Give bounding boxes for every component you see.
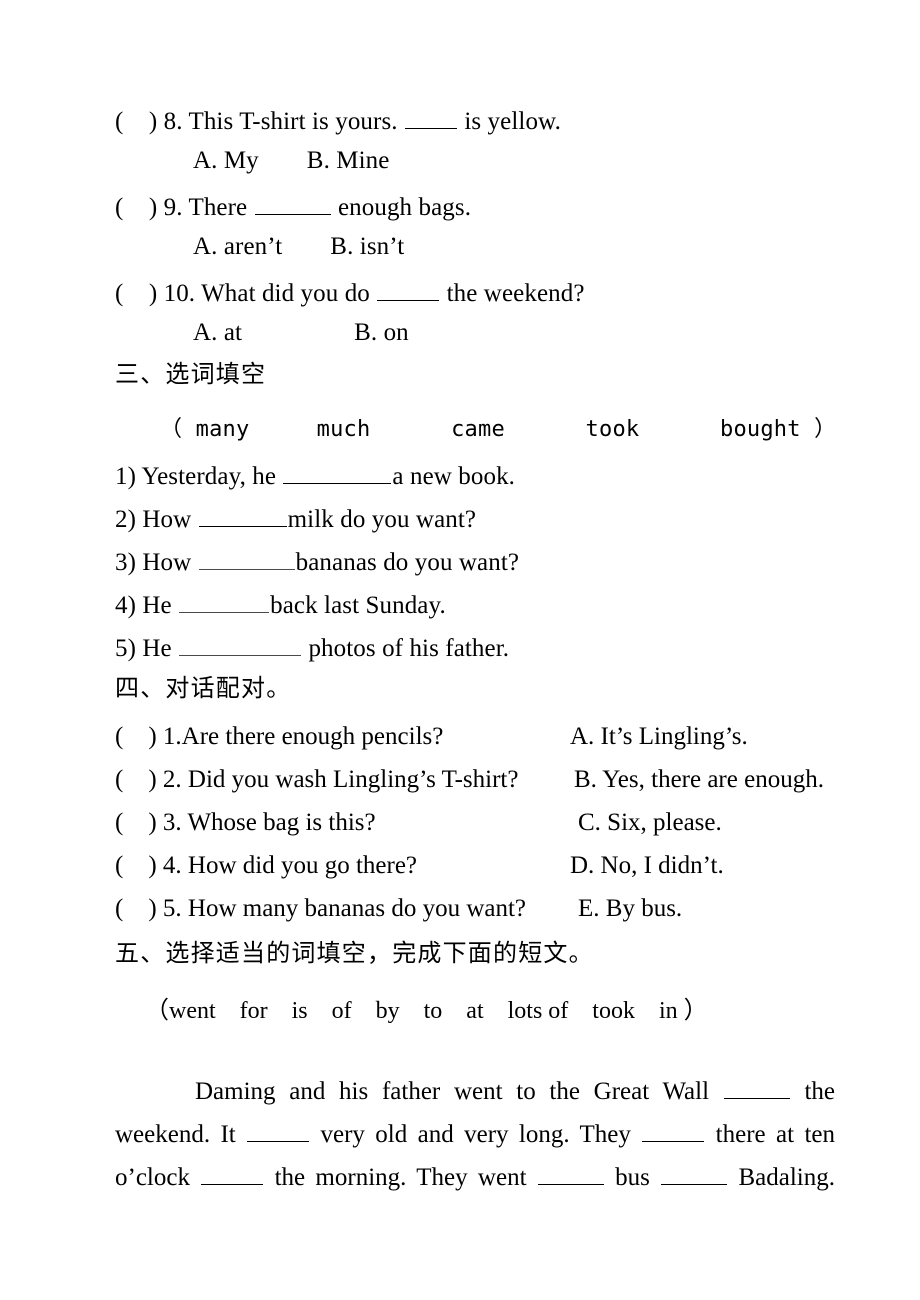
fill-blank-item-1: 1) Yesterday, he a new book. [115, 460, 515, 489]
passage-blank-3[interactable] [642, 1118, 705, 1142]
match-answer-b[interactable]: B. Yes, there are enough. [574, 767, 824, 792]
item-1-before: Yesterday, he [136, 463, 283, 490]
mcq-question-9: ( ) 9. There enough bags. [115, 191, 471, 220]
option-9-b[interactable]: B. isn’t [330, 233, 404, 260]
mcq-options-9: A. aren’t B. isn’t [193, 234, 404, 259]
section-three-heading: 三、选词填空 [115, 360, 267, 388]
match-prompt-3[interactable]: ( ) 3. Whose bag is this? [115, 810, 376, 835]
passage-part-6: bus [604, 1164, 661, 1191]
fill-blank-item-3: 3) How bananas do you want? [115, 546, 519, 575]
mcq-options-8: A. My B. Mine [193, 148, 389, 173]
option-8-a[interactable]: A. My [193, 147, 259, 174]
item-1-blank[interactable] [283, 460, 392, 484]
section-four-heading: 四、对话配对。 [115, 674, 292, 702]
section-five-word-bank: （went for is of by to at lots of took in… [145, 998, 708, 1024]
answer-blank-8[interactable] [404, 105, 457, 129]
item-5-number: 5) [115, 635, 137, 662]
question-stem-9-after: enough bags. [331, 194, 472, 221]
cloze-passage: Daming and his father went to the Great … [115, 1070, 835, 1199]
answer-blank-10[interactable] [377, 277, 440, 301]
item-2-blank[interactable] [198, 503, 287, 527]
option-10-a[interactable]: A. at [193, 319, 242, 346]
item-2-before: How [136, 506, 198, 533]
match-answer-d[interactable]: D. No, I didn’t. [570, 853, 724, 878]
item-3-number: 3) [115, 549, 137, 576]
item-1-number: 1) [115, 463, 137, 490]
option-10-b[interactable]: B. on [354, 319, 409, 346]
passage-blank-4[interactable] [201, 1161, 264, 1185]
item-3-blank[interactable] [198, 546, 295, 570]
item-5-after: photos of his father. [302, 635, 510, 662]
option-9-a[interactable]: A. aren’t [193, 233, 282, 260]
item-2-number: 2) [115, 506, 137, 533]
fill-blank-item-4: 4) He back last Sunday. [115, 589, 446, 618]
match-answer-e[interactable]: E. By bus. [578, 896, 682, 921]
passage-blank-6[interactable] [661, 1161, 728, 1185]
question-stem-10-after: the weekend? [440, 280, 585, 307]
fill-blank-item-5: 5) He photos of his father. [115, 632, 509, 661]
question-stem-9-before: There [182, 194, 254, 221]
question-stem-10-before: What did you do [195, 280, 377, 307]
passage-blank-2[interactable] [247, 1118, 310, 1142]
item-4-blank[interactable] [179, 589, 270, 613]
passage-part-1: Daming and his father went to the Great … [195, 1078, 723, 1105]
item-1-after: a new book. [392, 463, 516, 490]
item-4-after: back last Sunday. [270, 592, 446, 619]
answer-bracket-8[interactable]: ( ) [115, 108, 164, 135]
item-5-blank[interactable] [179, 632, 302, 656]
item-3-after: bananas do you want? [295, 549, 520, 576]
fill-blank-item-2: 2) How milk do you want? [115, 503, 476, 532]
question-number-9: 9. [163, 194, 183, 221]
match-prompt-4[interactable]: ( ) 4. How did you go there? [115, 853, 417, 878]
section-three-word-bank: （ many much came took bought ） [160, 417, 837, 442]
passage-part-3: very old and very long. They [310, 1121, 642, 1148]
item-3-before: How [136, 549, 198, 576]
passage-blank-1[interactable] [723, 1075, 790, 1099]
answer-bracket-10[interactable]: ( ) [115, 280, 164, 307]
match-prompt-2[interactable]: ( ) 2. Did you wash Lingling’s T-shirt? [115, 767, 518, 792]
passage-part-7: Badaling. [728, 1164, 836, 1191]
passage-blank-5[interactable] [537, 1161, 604, 1185]
item-4-number: 4) [115, 592, 137, 619]
question-stem-8-before: This T-shirt is yours. [182, 108, 404, 135]
item-2-after: milk do you want? [287, 506, 477, 533]
match-answer-a[interactable]: A. It’s Lingling’s. [570, 724, 748, 749]
option-8-b[interactable]: B. Mine [307, 147, 390, 174]
item-5-before: He [136, 635, 179, 662]
question-number-10: 10. [163, 280, 196, 307]
question-stem-8-after: is yellow. [457, 108, 561, 135]
match-prompt-1[interactable]: ( ) 1.Are there enough pencils? [115, 724, 443, 749]
answer-blank-9[interactable] [254, 191, 331, 215]
match-prompt-5[interactable]: ( ) 5. How many bananas do you want? [115, 896, 526, 921]
passage-part-5: the morning. They went [264, 1164, 537, 1191]
mcq-question-8: ( ) 8. This T-shirt is yours. is yellow. [115, 105, 561, 134]
match-answer-c[interactable]: C. Six, please. [578, 810, 722, 835]
mcq-question-10: ( ) 10. What did you do the weekend? [115, 277, 585, 306]
answer-bracket-9[interactable]: ( ) [115, 194, 164, 221]
worksheet-page: ( ) 8. This T-shirt is yours. is yellow.… [0, 0, 920, 1300]
section-five-heading: 五、选择适当的词填空，完成下面的短文。 [115, 939, 594, 967]
mcq-options-10: A. at B. on [193, 320, 409, 345]
question-number-8: 8. [163, 108, 183, 135]
item-4-before: He [136, 592, 179, 619]
